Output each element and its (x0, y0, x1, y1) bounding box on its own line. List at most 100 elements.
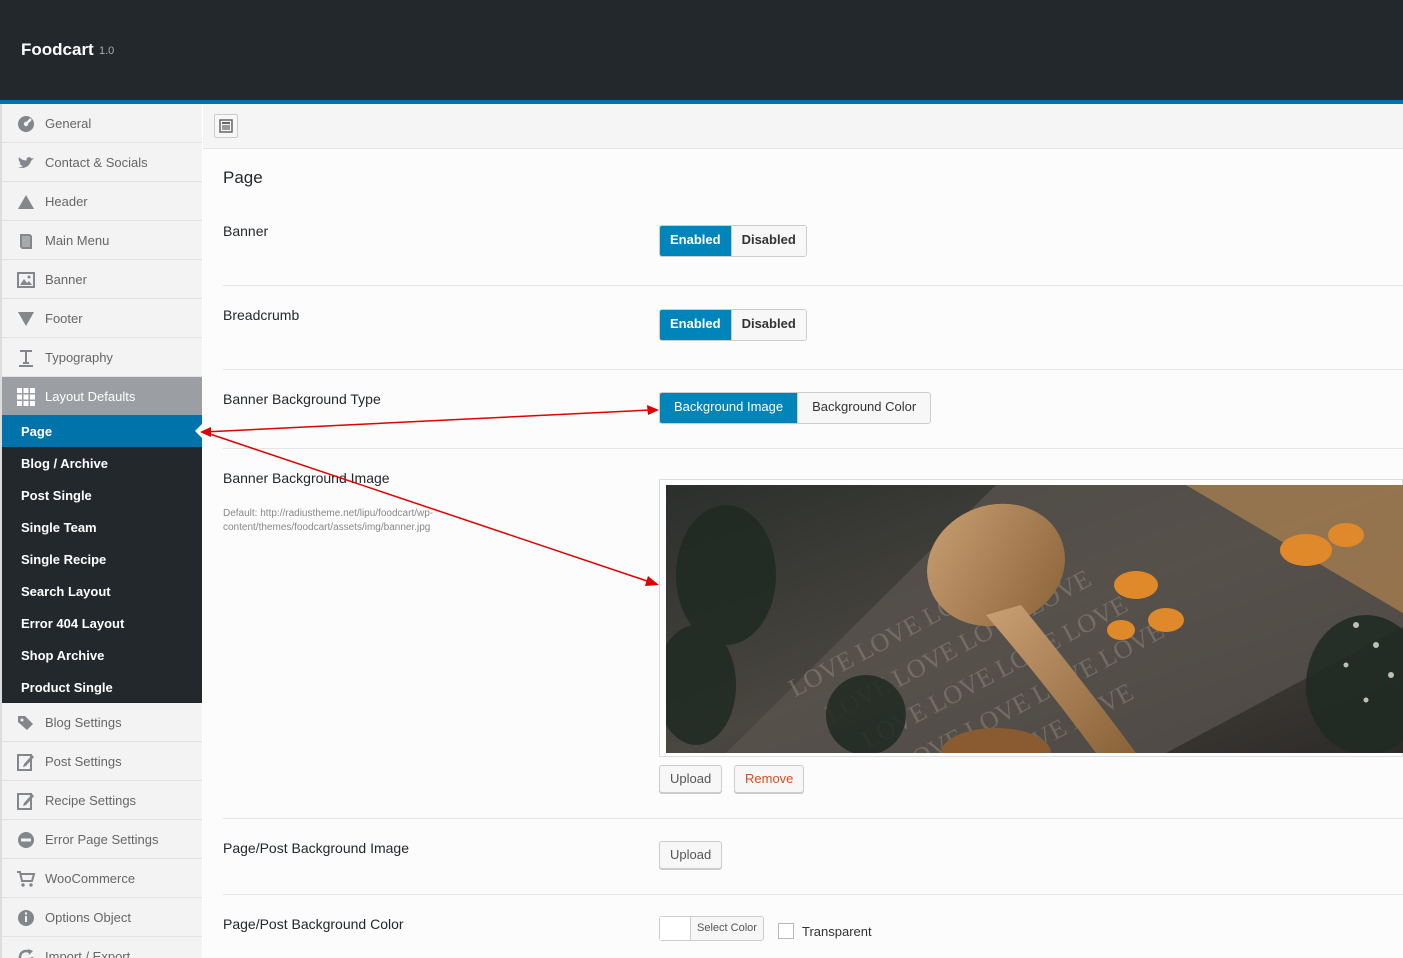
banner-image-upload-button[interactable]: Upload (659, 765, 723, 793)
submenu-item-label: Single Recipe (21, 552, 107, 567)
sidebar-item-label: Contact & Socials (45, 155, 148, 170)
sidebar-item-options-object[interactable]: Options Object (2, 898, 202, 937)
divider (223, 894, 1403, 895)
banner-image: LOVE LOVE LOVE LOVE LOVE LOVE LOVE LOVE … (666, 485, 1403, 753)
sidebar-item-label: Post Settings (45, 754, 122, 769)
sidebar-item-label: Footer (45, 311, 83, 326)
banner-enabled-button[interactable]: Enabled (660, 226, 731, 256)
cart-icon (17, 871, 36, 887)
sidebar-item-woocommerce[interactable]: WooCommerce (2, 859, 202, 898)
submenu-item-product-single[interactable]: Product Single (2, 671, 202, 703)
sidebar-item-header[interactable]: Header (2, 182, 202, 221)
sidebar: General Contact & Socials Header Main Me… (0, 104, 202, 958)
page-bg-color-label: Page/Post Background Color (223, 916, 404, 932)
banner-bg-type-label: Banner Background Type (223, 391, 381, 407)
page-bg-image-label: Page/Post Background Image (223, 840, 410, 856)
submenu-item-label: Product Single (21, 680, 113, 695)
triangle-down-icon (18, 312, 34, 326)
breadcrumb-label: Breadcrumb (223, 307, 300, 323)
banner-bg-image-default-text: Default: http://radiustheme.net/lipu/foo… (223, 508, 434, 533)
sidebar-item-main-menu[interactable]: Main Menu (2, 221, 202, 260)
transparent-label: Transparent (802, 924, 872, 939)
submenu-item-error-404-layout[interactable]: Error 404 Layout (2, 607, 202, 639)
divider (223, 285, 1403, 286)
banner-label: Banner (223, 223, 269, 239)
breadcrumb-toggle: Enabled Disabled (659, 309, 807, 341)
sidebar-item-typography[interactable]: Typography (2, 338, 202, 377)
sidebar-item-label: Blog Settings (45, 715, 122, 730)
text-icon (19, 350, 33, 367)
sidebar-item-post-settings[interactable]: Post Settings (2, 742, 202, 781)
main-panel: Page Banner Enabled Disabled Breadcrumb … (203, 104, 1403, 958)
refresh-icon (18, 949, 34, 958)
divider (223, 448, 1403, 449)
submenu-item-label: Blog / Archive (21, 456, 108, 471)
tags-icon (18, 716, 33, 730)
section-title: Page (223, 168, 263, 187)
submenu-item-blog-archive[interactable]: Blog / Archive (2, 447, 202, 479)
color-picker-button[interactable]: Select Color (659, 916, 764, 941)
sidebar-item-general[interactable]: General (2, 104, 202, 143)
image-icon (17, 272, 35, 288)
submenu-item-label: Error 404 Layout (21, 616, 125, 631)
sidebar-item-blog-settings[interactable]: Blog Settings (2, 703, 202, 742)
grid-icon (17, 388, 35, 406)
submenu-item-label: Single Team (21, 520, 97, 535)
sidebar-item-label: Main Menu (45, 233, 110, 248)
banner-toggle: Enabled Disabled (659, 225, 807, 257)
divider (223, 818, 1403, 819)
version-label: 1.0 (99, 45, 115, 57)
layout-defaults-submenu: Page Blog / Archive Post Single Single T… (2, 415, 202, 703)
transparent-checkbox[interactable] (778, 923, 794, 939)
background-color-option[interactable]: Background Color (797, 393, 931, 423)
options-toolbar (203, 104, 1403, 149)
edit-icon (17, 793, 34, 810)
app-window: Foodcart 1.0 General Contact & Socials H… (0, 0, 1403, 958)
breadcrumb-disabled-button[interactable]: Disabled (730, 310, 806, 340)
banner-image-preview: LOVE LOVE LOVE LOVE LOVE LOVE LOVE LOVE … (659, 479, 1403, 757)
submenu-item-single-recipe[interactable]: Single Recipe (2, 543, 202, 575)
color-swatch (660, 917, 691, 940)
sidebar-item-label: Error Page Settings (45, 832, 159, 847)
sidebar-item-footer[interactable]: Footer (2, 299, 202, 338)
submenu-item-page[interactable]: Page (2, 415, 202, 447)
sidebar-item-label: Banner (45, 272, 87, 287)
breadcrumb-enabled-button[interactable]: Enabled (660, 310, 731, 340)
submenu-item-label: Shop Archive (21, 648, 105, 663)
info-icon (18, 910, 34, 926)
sidebar-item-label: Typography (45, 350, 113, 365)
banner-disabled-button[interactable]: Disabled (730, 226, 806, 256)
submenu-item-single-team[interactable]: Single Team (2, 511, 202, 543)
brand-title: Foodcart (21, 40, 94, 59)
sidebar-item-label: Layout Defaults (45, 389, 136, 404)
divider (223, 369, 1403, 370)
active-caret-icon (195, 424, 202, 438)
select-color-label: Select Color (697, 922, 757, 934)
sidebar-item-banner[interactable]: Banner (2, 260, 202, 299)
banner-image-remove-button[interactable]: Remove (734, 765, 805, 793)
sidebar-item-label: Header (45, 194, 88, 209)
background-image-option[interactable]: Background Image (660, 393, 798, 423)
sidebar-item-label: WooCommerce (45, 871, 136, 886)
banner-bg-type-toggle: Background Image Background Color (659, 392, 932, 424)
submenu-item-label: Page (21, 424, 53, 439)
sidebar-item-layout-defaults[interactable]: Layout Defaults (2, 377, 202, 416)
minus-circle-icon (18, 832, 34, 848)
submenu-item-shop-archive[interactable]: Shop Archive (2, 639, 202, 671)
sidebar-item-error-page-settings[interactable]: Error Page Settings (2, 820, 202, 859)
sidebar-item-label: Import / Export (45, 949, 131, 958)
layout-icon (219, 119, 233, 133)
submenu-item-label: Search Layout (21, 584, 111, 599)
sidebar-item-label: Recipe Settings (45, 793, 137, 808)
expand-options-button[interactable] (214, 114, 238, 138)
sidebar-item-label: General (45, 116, 92, 131)
submenu-item-post-single[interactable]: Post Single (2, 479, 202, 511)
sidebar-item-recipe-settings[interactable]: Recipe Settings (2, 781, 202, 820)
sidebar-item-contact-socials[interactable]: Contact & Socials (2, 143, 202, 182)
submenu-item-search-layout[interactable]: Search Layout (2, 575, 202, 607)
sidebar-item-import-export[interactable]: Import / Export (2, 937, 202, 958)
submenu-item-label: Post Single (21, 488, 92, 503)
page-bg-image-upload-button[interactable]: Upload (659, 841, 723, 869)
top-header: Foodcart 1.0 (0, 0, 1403, 104)
triangle-up-icon (18, 195, 34, 209)
